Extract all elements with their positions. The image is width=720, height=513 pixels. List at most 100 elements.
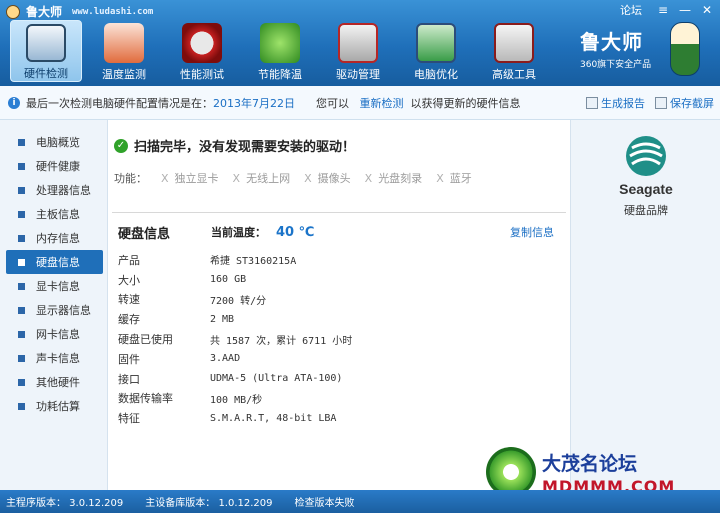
sidebar-item-label: 显卡信息: [36, 280, 80, 293]
info-icon: i: [8, 96, 20, 109]
spec-row: 特征 S.M.A.R.T, 48-bit LBA: [118, 408, 558, 428]
report-icon: [586, 96, 598, 109]
sidebar: 电脑概览 硬件健康 处理器信息 主板信息 内存信息 硬盘信息 显卡信息 显示器信…: [0, 120, 108, 490]
spec-row: 数据传输率 100 MB/秒: [118, 389, 558, 409]
bullet-icon: [18, 306, 25, 314]
save-screenshot-button[interactable]: 保存截屏: [655, 95, 714, 111]
watermark-title: 大茂名论坛: [542, 453, 638, 475]
bullet-icon: [18, 402, 25, 410]
seagate-logo-text: Seagate: [619, 181, 673, 197]
close-button[interactable]: ✕: [700, 3, 714, 17]
app-brand: 鲁大师 www.ludashi.com: [6, 3, 153, 20]
sidebar-item-cpu[interactable]: 处理器信息: [6, 178, 103, 202]
spec-value: 160 GB: [210, 274, 247, 286]
functions-label: 功能：: [114, 172, 147, 185]
function-item: X 独立显卡: [161, 170, 219, 186]
thermometer-icon: [104, 23, 144, 63]
tool-optimize[interactable]: 电脑优化: [400, 20, 472, 82]
tool-label: 硬件检测: [24, 67, 68, 80]
main-panel: ✓ 扫描完毕，没有发现需要安装的驱动！ 功能： X 独立显卡 X 无线上网 X 摄像头…: [108, 120, 570, 490]
spec-key: 固件: [118, 352, 140, 366]
bullet-icon: [18, 354, 25, 362]
mascot-branding: 鲁大师 360旗下安全产品: [580, 22, 700, 82]
sidebar-item-label: 内存信息: [36, 232, 80, 245]
main-version: 主程序版本： 3.0.12.209: [6, 498, 124, 509]
minimize-button[interactable]: —: [678, 3, 692, 17]
spec-key: 接口: [118, 372, 140, 386]
spec-row: 固件 3.AAD: [118, 349, 558, 369]
function-list: 功能： X 独立显卡 X 无线上网 X 摄像头 X 光盘刻录 X 蓝牙: [114, 170, 472, 186]
sidebar-item-health[interactable]: 硬件健康: [6, 154, 103, 178]
version-check-status: 检查版本失败: [294, 498, 355, 509]
sidebar-item-motherboard[interactable]: 主板信息: [6, 202, 103, 226]
sidebar-item-graphics[interactable]: 显卡信息: [6, 274, 103, 298]
bullet-icon: [18, 282, 25, 290]
tool-label: 性能测试: [180, 68, 224, 81]
function-label: 无线上网: [246, 172, 291, 185]
sidebar-item-label: 其他硬件: [36, 376, 80, 389]
app-name: 鲁大师: [26, 5, 63, 19]
sidebar-item-label: 处理器信息: [36, 184, 91, 197]
forum-link[interactable]: 论坛: [620, 2, 642, 18]
spec-value: UDMA-5 (Ultra ATA-100): [210, 373, 343, 385]
scan-message: 扫描完毕，没有发现需要安装的驱动！: [134, 140, 356, 155]
brand-panel: Seagate 硬盘品牌: [570, 120, 720, 490]
spec-row: 接口 UDMA-5 (Ultra ATA-100): [118, 369, 558, 389]
menu-button[interactable]: ≡: [656, 3, 670, 17]
spec-key: 硬盘已使用: [118, 333, 173, 347]
function-label: 独立显卡: [174, 172, 219, 185]
last-detect-prefix: 最后一次检测电脑硬件配置情况是在：: [26, 96, 213, 110]
seagate-logo-icon: Seagate: [619, 136, 673, 197]
check-icon: ✓: [114, 138, 128, 153]
spec-value: 3.AAD: [210, 353, 241, 365]
redetect-link[interactable]: 重新检测: [359, 97, 403, 110]
main-toolbar: 硬件检测 温度监测 性能测试 节能降温 驱动管理 电脑优化 高级工具: [10, 20, 550, 82]
divider: [112, 212, 566, 213]
function-label: 摄像头: [317, 172, 351, 185]
x-icon: X: [161, 172, 169, 185]
tool-label: 节能降温: [258, 68, 302, 81]
sidebar-item-other[interactable]: 其他硬件: [6, 370, 103, 394]
tool-hardware-detect[interactable]: 硬件检测: [10, 20, 82, 82]
toolbox-icon: [494, 23, 534, 63]
spec-value: 100 MB/秒: [210, 394, 263, 406]
db-version: 主设备库版本： 1.0.12.209: [145, 498, 273, 509]
copy-info-link[interactable]: 复制信息: [510, 224, 554, 240]
sidebar-item-network[interactable]: 网卡信息: [6, 322, 103, 346]
tool-advanced[interactable]: 高级工具: [478, 20, 550, 82]
info-bar: i 最后一次检测电脑硬件配置情况是在：2013年7月22日 您可以 重新检测 以…: [0, 86, 720, 120]
sidebar-item-power[interactable]: 功耗估算: [6, 394, 103, 418]
disk-spec-table: 产品 希捷 ST3160215A 大小 160 GB 转速 7200 转/分 缓存 2 …: [118, 250, 558, 428]
function-item: X 光盘刻录: [365, 170, 423, 186]
app-url: www.ludashi.com: [72, 6, 154, 17]
spec-key: 大小: [118, 273, 140, 287]
sidebar-item-memory[interactable]: 内存信息: [6, 226, 103, 250]
sidebar-item-overview[interactable]: 电脑概览: [6, 130, 103, 154]
sidebar-item-label: 电脑概览: [36, 136, 80, 149]
spec-value: 共 1587 次，累计 6711 小时: [210, 335, 353, 347]
tool-driver-manager[interactable]: 驱动管理: [322, 20, 394, 82]
driver-box-icon: [338, 23, 378, 63]
sidebar-item-label: 声卡信息: [36, 352, 80, 365]
tool-performance[interactable]: 性能测试: [166, 20, 238, 82]
app-logo-icon: [6, 4, 20, 19]
tool-temperature[interactable]: 温度监测: [88, 20, 160, 82]
generate-report-button[interactable]: 生成报告: [586, 95, 645, 111]
monitor-magnifier-icon: [26, 24, 66, 62]
function-item: X 蓝牙: [436, 170, 472, 186]
x-icon: X: [436, 172, 444, 185]
function-label: 光盘刻录: [378, 172, 423, 185]
sidebar-item-display[interactable]: 显示器信息: [6, 298, 103, 322]
function-item: X 摄像头: [304, 170, 351, 186]
bullet-icon: [18, 162, 25, 170]
sidebar-item-label: 硬件健康: [36, 160, 80, 173]
speed-gauge-icon: [182, 23, 222, 63]
function-label: 蓝牙: [449, 172, 472, 185]
clover-icon: [260, 23, 300, 63]
bullet-icon: [18, 378, 25, 386]
scan-result: ✓ 扫描完毕，没有发现需要安装的驱动！: [114, 136, 355, 155]
sidebar-item-disk[interactable]: 硬盘信息: [6, 250, 103, 274]
tool-energy-saving[interactable]: 节能降温: [244, 20, 316, 82]
sidebar-item-sound[interactable]: 声卡信息: [6, 346, 103, 370]
you-can-text: 您可以: [315, 96, 349, 110]
